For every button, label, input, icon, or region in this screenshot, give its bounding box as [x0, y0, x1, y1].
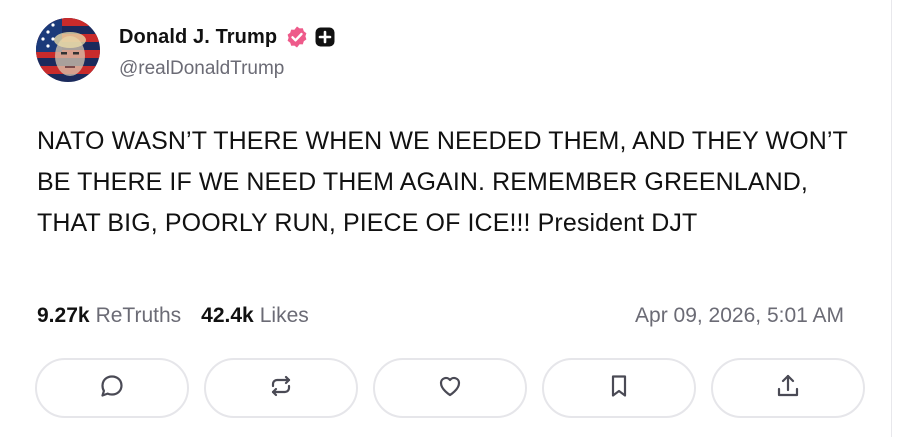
post-card: Donald J. Trump @realDonaldTrump NATO WA… [0, 0, 892, 437]
plus-badge-icon [315, 27, 335, 47]
like-button[interactable] [373, 358, 527, 418]
likes-count[interactable]: 42.4k [201, 304, 254, 328]
reply-button[interactable] [35, 358, 189, 418]
retruth-icon [267, 372, 295, 405]
retruths-count[interactable]: 9.27k [37, 304, 90, 328]
avatar[interactable] [36, 18, 100, 82]
author-handle[interactable]: @realDonaldTrump [119, 58, 284, 80]
reply-icon [98, 372, 126, 405]
post-stats: 9.27k ReTruths 42.4k Likes [37, 304, 309, 328]
like-icon [436, 372, 464, 405]
retruths-label[interactable]: ReTruths [96, 304, 182, 328]
author-row: Donald J. Trump [119, 24, 335, 50]
retruth-button[interactable] [204, 358, 358, 418]
share-icon [774, 372, 802, 405]
post-timestamp[interactable]: Apr 09, 2026, 5:01 AM [635, 304, 844, 328]
display-name[interactable]: Donald J. Trump [119, 26, 277, 49]
post-text: NATO WASN’T THERE WHEN WE NEEDED THEM, A… [37, 127, 848, 237]
bookmark-button[interactable] [542, 358, 696, 418]
likes-label[interactable]: Likes [260, 304, 309, 328]
bookmark-icon [605, 372, 633, 405]
verified-badge-icon [285, 25, 309, 49]
share-button[interactable] [711, 358, 865, 418]
action-bar [35, 358, 865, 418]
